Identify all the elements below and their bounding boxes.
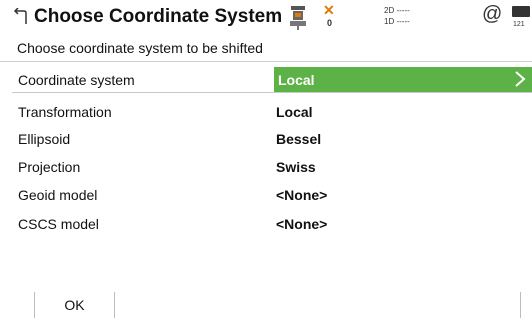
- projection-label: Projection: [18, 159, 81, 175]
- softkey-divider: [520, 292, 521, 318]
- coordinate-system-selector[interactable]: Local: [274, 67, 532, 92]
- title-bar: Choose Coordinate System ✕ 0 2D ----- 1D…: [0, 0, 532, 37]
- transformation-value: Local: [276, 104, 313, 120]
- page-subtitle: Choose coordinate system to be shifted: [17, 40, 263, 56]
- total-station-icon[interactable]: [287, 6, 309, 30]
- cscs-model-row: CSCS model <None>: [18, 216, 518, 236]
- projection-value: Swiss: [276, 159, 316, 175]
- page-title: Choose Coordinate System: [34, 6, 283, 27]
- back-icon[interactable]: [12, 8, 28, 26]
- gnss-2d-status: 2D -----: [384, 6, 410, 15]
- geoid-model-label: Geoid model: [18, 187, 98, 203]
- chevron-right-icon: [515, 71, 526, 87]
- gnss-1d-status: 1D -----: [384, 17, 410, 26]
- transformation-label: Transformation: [18, 104, 112, 120]
- coordinate-system-label: Coordinate system: [18, 72, 135, 88]
- divider: [0, 61, 532, 62]
- x-icon[interactable]: ✕: [323, 2, 335, 19]
- softkey-divider: [114, 292, 115, 318]
- satellite-count: 0: [327, 18, 333, 28]
- battery-icon[interactable]: [512, 6, 532, 18]
- at-icon[interactable]: @: [482, 3, 502, 26]
- geoid-model-row: Geoid model <None>: [18, 187, 518, 207]
- geoid-model-value: <None>: [276, 187, 328, 203]
- ellipsoid-label: Ellipsoid: [18, 131, 71, 147]
- coordinate-system-row[interactable]: Coordinate system Local: [12, 67, 532, 93]
- cscs-model-value: <None>: [276, 216, 328, 232]
- transformation-row: Transformation Local: [18, 104, 518, 124]
- cscs-model-label: CSCS model: [18, 216, 99, 232]
- coordinate-system-value: Local: [278, 72, 315, 88]
- ellipsoid-row: Ellipsoid Bessel: [18, 131, 518, 151]
- ok-button[interactable]: OK: [35, 292, 114, 318]
- ellipsoid-value: Bessel: [276, 131, 322, 147]
- projection-row: Projection Swiss: [18, 159, 518, 179]
- battery-text: 121: [513, 21, 525, 28]
